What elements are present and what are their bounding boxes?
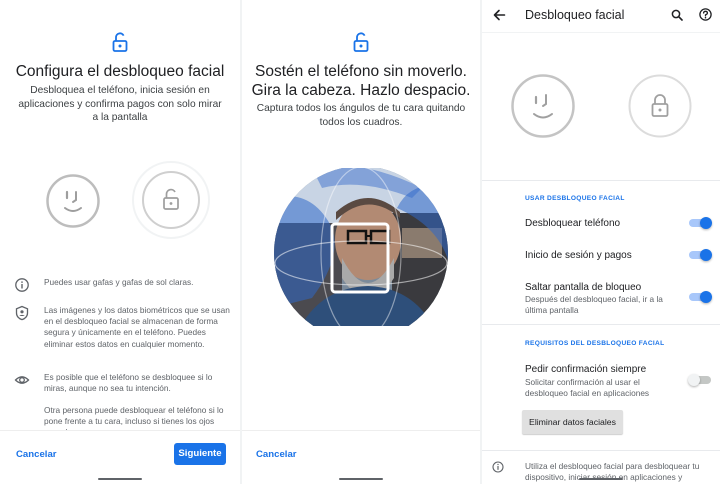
- home-indicator: [579, 478, 623, 480]
- unlock-icon: [353, 32, 369, 52]
- info-item: Es posible que el teléfono se desbloquee…: [14, 372, 230, 394]
- section-header-use: USAR DESBLOQUEO FACIAL: [525, 195, 625, 202]
- enroll-screen: Sostén el teléfono sin moverlo. Gira la …: [242, 0, 480, 484]
- footer-info-text: Utiliza el desbloqueo facial para desblo…: [525, 461, 700, 483]
- info-item: Puedes usar gafas y gafas de sol claras.: [14, 277, 230, 293]
- setup-title: Configura el desbloqueo facial: [15, 63, 225, 80]
- info-icon: [492, 461, 504, 473]
- section-divider: [482, 324, 720, 325]
- info-item: Las imágenes y los datos biométricos que…: [14, 305, 230, 350]
- bottom-action-bar: Cancelar: [242, 430, 480, 484]
- setting-unlock-phone-label[interactable]: Desbloquear teléfono: [525, 218, 620, 229]
- require-confirm-toggle[interactable]: [688, 374, 711, 386]
- home-indicator: [98, 478, 142, 480]
- face-outline-icon: [511, 74, 575, 138]
- settings-screen: Desbloqueo facial USAR DESBLOQUEO FACIAL…: [482, 0, 720, 484]
- camera-preview: [274, 168, 448, 326]
- next-button[interactable]: Siguiente: [174, 443, 226, 465]
- bottom-action-bar: Cancelar Siguiente: [0, 430, 240, 484]
- page-title: Desbloqueo facial: [525, 8, 625, 22]
- help-icon[interactable]: [699, 8, 712, 21]
- section-header-requirements: REQUISITOS DEL DESBLOQUEO FACIAL: [525, 340, 665, 347]
- setting-signin-payments-label[interactable]: Inicio de sesión y pagos: [525, 250, 632, 261]
- app-bar: Desbloqueo facial: [482, 0, 720, 30]
- signin-payments-toggle[interactable]: [689, 249, 712, 261]
- enroll-title-line2: Gira la cabeza. Hazlo despacio.: [251, 82, 471, 99]
- setup-screen: Configura el desbloqueo facial Desbloque…: [0, 0, 240, 484]
- info-icon: [15, 278, 29, 292]
- back-arrow-icon[interactable]: [492, 8, 506, 22]
- face-outline-icon: [46, 174, 100, 228]
- section-divider: [482, 450, 720, 451]
- section-divider: [482, 180, 720, 181]
- appbar-divider: [482, 32, 720, 33]
- enroll-subtitle: Captura todos los ángulos de tu cara qui…: [256, 103, 466, 128]
- search-icon[interactable]: [671, 9, 683, 21]
- setup-subtitle: Desbloquea el teléfono, inicia sesión en…: [18, 85, 222, 123]
- enroll-title-line1: Sostén el teléfono sin moverlo.: [255, 63, 467, 80]
- setting-require-confirm-label[interactable]: Pedir confirmación siempre: [525, 364, 646, 375]
- delete-face-data-button[interactable]: Eliminar datos faciales: [522, 410, 623, 434]
- home-indicator: [339, 478, 383, 480]
- unlock-icon: [112, 32, 128, 52]
- cancel-button[interactable]: Cancelar: [16, 449, 57, 460]
- lock-circle-icon: [628, 74, 692, 138]
- unlock-circle-icon: [132, 161, 210, 239]
- shield-person-icon: [15, 305, 29, 321]
- setting-require-confirm-desc: Solicitar confirmación al usar el desblo…: [525, 377, 650, 398]
- setting-skip-lockscreen-desc: Después del desbloqueo facial, ir a la ú…: [525, 294, 663, 315]
- unlock-phone-toggle[interactable]: [689, 217, 712, 229]
- eye-icon: [14, 376, 30, 384]
- setting-skip-lockscreen-label[interactable]: Saltar pantalla de bloqueo: [525, 282, 641, 293]
- cancel-button[interactable]: Cancelar: [256, 449, 297, 460]
- skip-lockscreen-toggle[interactable]: [689, 291, 712, 303]
